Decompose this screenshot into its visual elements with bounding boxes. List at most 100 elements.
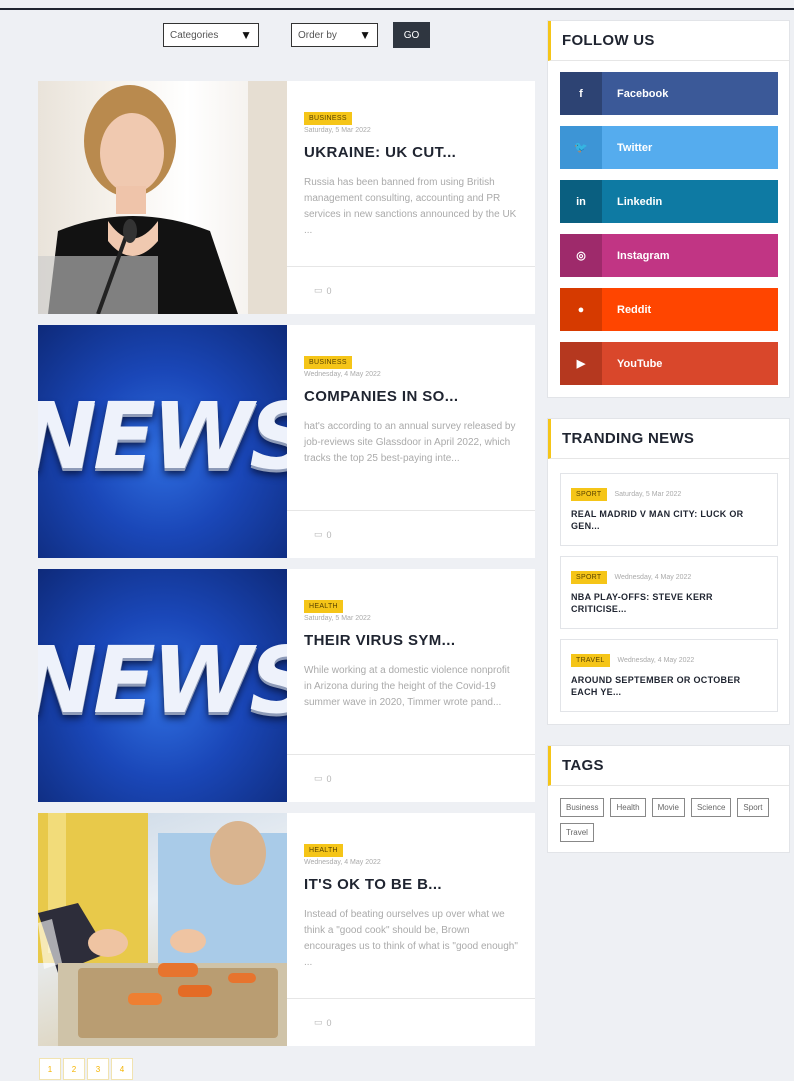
- chevron-down-icon: ▼: [359, 28, 371, 42]
- category-badge[interactable]: SPORT: [571, 488, 607, 501]
- article-date: Saturday, 5 Mar 2022: [304, 615, 371, 622]
- social-label: Twitter: [617, 141, 653, 154]
- social-link-youtube[interactable]: ▶ YouTube: [560, 342, 778, 385]
- comment-icon[interactable]: ▭: [314, 1017, 323, 1028]
- widget-title: TRANDING NEWS: [548, 419, 789, 459]
- article-footer: ▭ 0: [287, 510, 535, 558]
- article-image[interactable]: NEWS: [38, 569, 287, 802]
- article-card: BUSINESS Saturday, 5 Mar 2022 UKRAINE: U…: [38, 81, 535, 314]
- order-by-select[interactable]: Order by ▼: [291, 23, 378, 47]
- social-label: Reddit: [617, 303, 652, 316]
- cooking-photo: [38, 813, 287, 1046]
- go-button[interactable]: GO: [393, 22, 430, 48]
- category-badge[interactable]: HEALTH: [304, 600, 343, 613]
- article-image[interactable]: [38, 813, 287, 1046]
- trending-meta: TRAVEL Wednesday, 4 May 2022: [571, 654, 767, 667]
- tag-science[interactable]: Science: [690, 798, 732, 817]
- article-footer: ▭ 0: [287, 266, 535, 314]
- categories-select-label: Categories: [170, 29, 219, 41]
- social-link-linkedin[interactable]: in Linkedin: [560, 180, 778, 223]
- comment-icon[interactable]: ▭: [314, 285, 323, 296]
- article-body: BUSINESS Saturday, 5 Mar 2022 UKRAINE: U…: [287, 81, 535, 314]
- comment-icon[interactable]: ▭: [314, 773, 323, 784]
- widget-title: FOLLOW US: [548, 21, 789, 61]
- tag-business[interactable]: Business: [560, 798, 605, 817]
- social-label: Facebook: [617, 87, 669, 100]
- category-badge[interactable]: TRAVEL: [571, 654, 610, 667]
- article-title[interactable]: UKRAINE: UK CUT...: [304, 144, 519, 161]
- article-date: Wednesday, 4 May 2022: [304, 371, 381, 378]
- twitter-icon: 🐦: [560, 126, 602, 169]
- comment-icon[interactable]: ▭: [314, 529, 323, 540]
- pagination: 1 2 3 4: [39, 1058, 133, 1080]
- trending-title[interactable]: NBA PLAY-OFFS: STEVE KERR CRITICISE...: [571, 591, 767, 615]
- reddit-icon: ●: [560, 288, 602, 331]
- social-label: Linkedin: [617, 195, 663, 208]
- social-link-instagram[interactable]: ◎ Instagram: [560, 234, 778, 277]
- trending-list: SPORT Saturday, 5 Mar 2022 REAL MADRID V M…: [548, 459, 789, 724]
- trending-item[interactable]: TRAVEL Wednesday, 4 May 2022 AROUND SEPTEM…: [560, 639, 778, 712]
- tag-list: Business Health Movie Science Sport Travel: [548, 786, 789, 852]
- article-card: HEALTH Wednesday, 4 May 2022 IT'S OK TO …: [38, 813, 535, 1046]
- article-title[interactable]: COMPANIES IN SO...: [304, 388, 519, 405]
- article-title[interactable]: IT'S OK TO BE B...: [304, 876, 519, 893]
- filter-bar: Categories ▼ Order by ▼ GO: [163, 22, 430, 48]
- article-card: NEWS BUSINESS Wednesday, 4 May 2022 COMP…: [38, 325, 535, 558]
- category-badge[interactable]: HEALTH: [304, 844, 343, 857]
- instagram-icon: ◎: [560, 234, 602, 277]
- article-footer: ▭ 0: [287, 998, 535, 1046]
- trending-item[interactable]: SPORT Wednesday, 4 May 2022 NBA PLAY-OFFS:…: [560, 556, 778, 629]
- article-date: Saturday, 5 Mar 2022: [304, 127, 371, 134]
- categories-select[interactable]: Categories ▼: [163, 23, 259, 47]
- comment-count: 0: [326, 773, 332, 784]
- page-button-3[interactable]: 3: [87, 1058, 109, 1080]
- linkedin-icon: in: [560, 180, 602, 223]
- social-list: f Facebook 🐦 Twitter in Linkedin ◎ Instagram ● Re…: [548, 61, 789, 397]
- article-title[interactable]: THEIR VIRUS SYM...: [304, 632, 519, 649]
- portrait-photo: [38, 81, 287, 314]
- comment-count: 0: [326, 285, 332, 296]
- page-button-4[interactable]: 4: [111, 1058, 133, 1080]
- chevron-down-icon: ▼: [240, 28, 252, 42]
- article-excerpt: hat's according to an annual survey rele…: [304, 421, 516, 464]
- tag-travel[interactable]: Travel: [560, 823, 594, 842]
- article-image[interactable]: NEWS: [38, 325, 287, 558]
- category-badge[interactable]: BUSINESS: [304, 112, 352, 125]
- news-graphic-text: NEWS: [38, 383, 287, 490]
- social-link-reddit[interactable]: ● Reddit: [560, 288, 778, 331]
- trending-news-widget: TRANDING NEWS SPORT Saturday, 5 Mar 2022 R…: [547, 418, 790, 725]
- trending-date: Saturday, 5 Mar 2022: [614, 491, 682, 498]
- trending-item[interactable]: SPORT Saturday, 5 Mar 2022 REAL MADRID V M…: [560, 473, 778, 546]
- article-image[interactable]: [38, 81, 287, 314]
- comment-count: 0: [326, 529, 332, 540]
- category-badge[interactable]: BUSINESS: [304, 356, 352, 369]
- article-excerpt: Russia has been banned from using Britis…: [304, 177, 517, 236]
- youtube-icon: ▶: [560, 342, 602, 385]
- article-footer: ▭ 0: [287, 754, 535, 802]
- article-body: HEALTH Wednesday, 4 May 2022 IT'S OK TO …: [287, 813, 535, 1046]
- article-body: HEALTH Saturday, 5 Mar 2022 THEIR VIRUS …: [287, 569, 535, 802]
- article-excerpt: While working at a domestic violence non…: [304, 665, 510, 708]
- trending-title[interactable]: REAL MADRID V MAN CITY: LUCK OR GEN...: [571, 508, 767, 532]
- comment-count: 0: [326, 1017, 332, 1028]
- tag-health[interactable]: Health: [610, 798, 646, 817]
- tag-sport[interactable]: Sport: [737, 798, 769, 817]
- social-link-facebook[interactable]: f Facebook: [560, 72, 778, 115]
- tag-movie[interactable]: Movie: [651, 798, 685, 817]
- order-by-select-label: Order by: [298, 29, 337, 41]
- page-button-2[interactable]: 2: [63, 1058, 85, 1080]
- facebook-icon: f: [560, 72, 602, 115]
- social-label: YouTube: [617, 357, 663, 370]
- news-graphic-text: NEWS: [38, 627, 287, 734]
- trending-date: Wednesday, 4 May 2022: [614, 574, 692, 581]
- category-badge[interactable]: SPORT: [571, 571, 607, 584]
- trending-date: Wednesday, 4 May 2022: [617, 657, 695, 664]
- article-card: NEWS HEALTH Saturday, 5 Mar 2022 THEIR V…: [38, 569, 535, 802]
- trending-title[interactable]: AROUND SEPTEMBER OR OCTOBER EACH YE...: [571, 674, 767, 698]
- page-button-1[interactable]: 1: [39, 1058, 61, 1080]
- tags-widget: TAGS Business Health Movie Science Sport Trav…: [547, 745, 790, 853]
- trending-meta: SPORT Wednesday, 4 May 2022: [571, 571, 767, 584]
- social-link-twitter[interactable]: 🐦 Twitter: [560, 126, 778, 169]
- article-excerpt: Instead of beating ourselves up over wha…: [304, 909, 518, 968]
- widget-title: TAGS: [548, 746, 789, 786]
